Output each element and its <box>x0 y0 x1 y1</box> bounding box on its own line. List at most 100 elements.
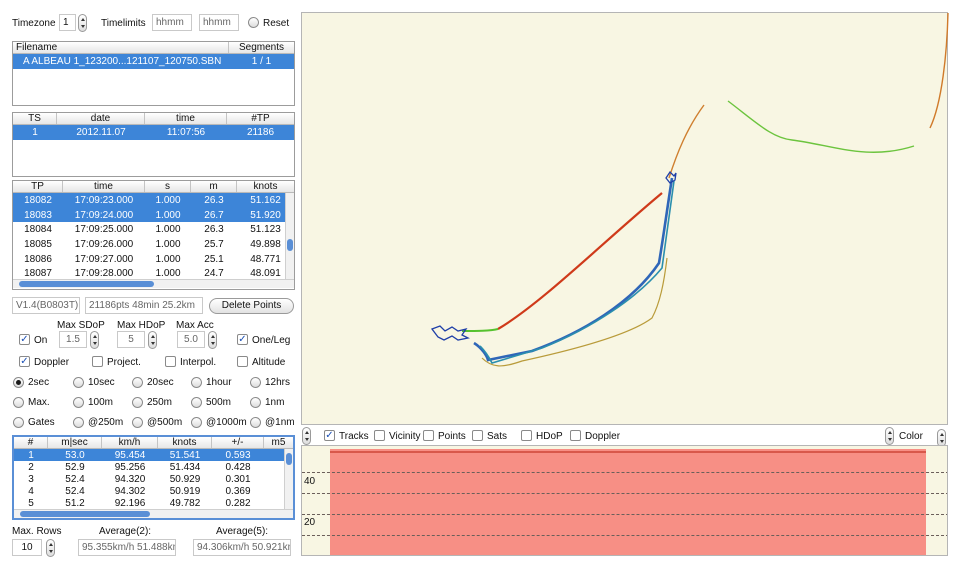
table-row[interactable]: 18086 17:09:27.000 1.000 25.1 48.771 <box>13 252 294 267</box>
interval-radio[interactable] <box>191 397 202 408</box>
column-header-tp-count[interactable]: #TP <box>227 113 294 124</box>
vicinity-checkbox[interactable] <box>374 430 385 441</box>
column-header-s[interactable]: s <box>145 181 191 192</box>
table-row[interactable]: 1 53.0 95.454 51.541 0.593 <box>14 449 293 461</box>
interval-radio[interactable] <box>250 377 261 388</box>
doppler-checkbox[interactable]: ✓ <box>19 356 30 367</box>
speeds-hscroll[interactable] <box>14 509 293 518</box>
interval-radio[interactable] <box>13 377 24 388</box>
points-checkbox[interactable] <box>423 430 434 441</box>
column-header-time[interactable]: time <box>63 181 145 192</box>
interval-radio-label: 500m <box>206 397 232 408</box>
points-cell: 18083 <box>24 209 52 221</box>
delete-points-button[interactable]: Delete Points <box>209 298 294 314</box>
table-row[interactable]: 18085 17:09:26.000 1.000 25.7 49.898 <box>13 237 294 252</box>
column-header-knots[interactable]: knots <box>237 181 294 192</box>
column-header-m[interactable]: m <box>191 181 237 192</box>
hdop-stepper[interactable] <box>148 331 157 349</box>
column-header-filename[interactable]: Filename <box>13 42 229 53</box>
sats-checkbox[interactable] <box>472 430 483 441</box>
points-hscroll-thumb[interactable] <box>19 281 154 287</box>
sdop-field[interactable]: 1.5 <box>59 331 87 348</box>
points-hscroll[interactable] <box>13 279 294 288</box>
interval-radio[interactable] <box>73 377 84 388</box>
altitude-checkbox[interactable] <box>237 356 248 367</box>
color-stepper[interactable] <box>885 427 894 445</box>
table-row[interactable]: 4 52.4 94.302 50.919 0.369 <box>14 485 293 497</box>
points-cell: 18082 <box>24 194 52 206</box>
column-header-ts[interactable]: TS <box>13 113 57 124</box>
interval-radio[interactable] <box>13 397 24 408</box>
column-header-knots[interactable]: knots <box>158 437 212 448</box>
hdop-checkbox[interactable] <box>521 430 532 441</box>
interval-radio-label: 12hrs <box>265 377 291 388</box>
table-row[interactable]: 5 51.2 92.196 49.782 0.282 <box>14 497 293 509</box>
table-row[interactable]: 18082 17:09:23.000 1.000 26.3 51.162 <box>13 193 294 208</box>
points-cell: 18087 <box>24 268 52 280</box>
table-row[interactable]: 1 2012.11.07 11:07:56 21186 <box>13 125 294 140</box>
interval-radio-label: @1nm <box>265 417 295 428</box>
points-cell: 17:09:24.000 <box>74 209 134 221</box>
map-toolbar-stepper[interactable] <box>302 427 311 445</box>
speed-cell: 3 <box>28 473 34 485</box>
column-header-segments[interactable]: Segments <box>229 42 294 53</box>
interval-radio[interactable] <box>132 377 143 388</box>
acc-stepper[interactable] <box>208 331 217 349</box>
table-row[interactable]: 18083 17:09:24.000 1.000 26.7 51.920 <box>13 207 294 223</box>
interval-radio[interactable] <box>132 417 143 428</box>
max-rows-label: Max. Rows <box>12 526 62 537</box>
interval-radio[interactable] <box>191 377 202 388</box>
table-row[interactable]: 2 52.9 95.256 51.434 0.428 <box>14 461 293 473</box>
points-vscroll[interactable] <box>285 193 294 279</box>
track-leg-green-northeast <box>727 100 915 153</box>
column-header-m5[interactable]: m5 <box>264 437 293 448</box>
speed-graph[interactable]: 40 20 <box>301 445 948 556</box>
interval-radio[interactable] <box>73 417 84 428</box>
column-header-kmh[interactable]: km/h <box>102 437 158 448</box>
timelimit-from-field[interactable]: hhmm <box>152 14 192 31</box>
average2-field: 95.355km/h 51.488kn <box>78 539 176 556</box>
interpol-checkbox[interactable] <box>165 356 176 367</box>
table-row[interactable]: A ALBEAU 1_123200...121107_120750.SBN 1 … <box>13 54 294 69</box>
column-header-date[interactable]: date <box>57 113 145 124</box>
speeds-vscroll[interactable] <box>284 449 293 509</box>
interpol-label: Interpol. <box>180 357 217 368</box>
interval-radio[interactable] <box>250 417 261 428</box>
points-cell: 1.000 <box>155 238 181 250</box>
acc-field[interactable]: 5.0 <box>177 331 205 348</box>
column-header-index[interactable]: # <box>14 437 48 448</box>
interval-radio[interactable] <box>250 397 261 408</box>
interval-radio[interactable] <box>73 397 84 408</box>
reset-radio[interactable] <box>248 17 259 28</box>
timelimit-to-field[interactable]: hhmm <box>199 14 239 31</box>
project-checkbox[interactable] <box>92 356 103 367</box>
interval-radio[interactable] <box>191 417 202 428</box>
timezone-field[interactable]: 1 <box>59 14 76 31</box>
table-row[interactable]: 3 52.4 94.320 50.929 0.301 <box>14 473 293 485</box>
max-rows-stepper[interactable] <box>46 539 55 557</box>
average5-label: Average(5): <box>216 526 269 537</box>
on-checkbox[interactable]: ✓ <box>19 334 30 345</box>
points-cell: 26.3 <box>204 224 224 236</box>
doppler-view-checkbox[interactable] <box>570 430 581 441</box>
speeds-vscroll-thumb[interactable] <box>286 453 292 465</box>
speed-cell: 5 <box>28 497 34 509</box>
column-header-tp[interactable]: TP <box>13 181 63 192</box>
max-rows-field[interactable]: 10 <box>12 539 42 556</box>
table-row[interactable]: 18084 17:09:25.000 1.000 26.3 51.123 <box>13 222 294 237</box>
points-cell: 1.000 <box>155 224 181 236</box>
track-map[interactable] <box>301 12 949 425</box>
one-leg-checkbox[interactable]: ✓ <box>237 334 248 345</box>
column-header-msec[interactable]: m|sec <box>48 437 102 448</box>
timezone-stepper[interactable] <box>78 14 87 32</box>
doppler-label: Doppler <box>34 357 70 368</box>
sdop-stepper[interactable] <box>90 331 99 349</box>
tracks-checkbox[interactable]: ✓ <box>324 430 335 441</box>
speeds-hscroll-thumb[interactable] <box>20 511 150 517</box>
interval-radio[interactable] <box>13 417 24 428</box>
hdop-field[interactable]: 5 <box>117 331 145 348</box>
interval-radio[interactable] <box>132 397 143 408</box>
column-header-plusminus[interactable]: +/- <box>212 437 264 448</box>
column-header-time[interactable]: time <box>145 113 227 124</box>
points-vscroll-thumb[interactable] <box>287 239 293 251</box>
